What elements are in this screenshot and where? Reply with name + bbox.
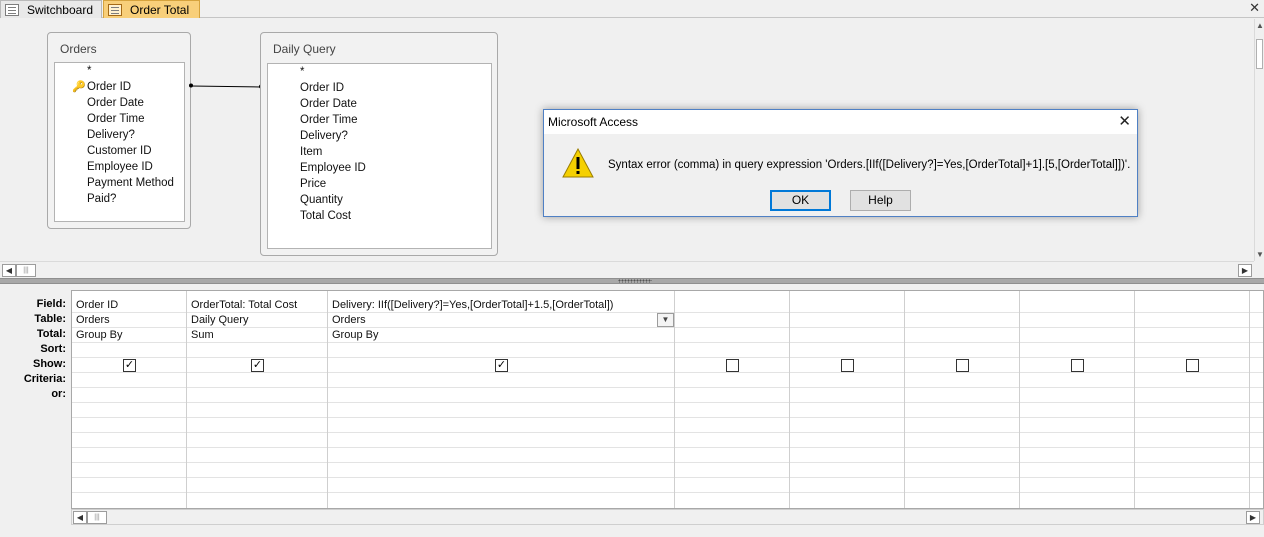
field-payment-method[interactable]: Payment Method — [87, 177, 174, 189]
table-orders[interactable]: Orders * 🔑 Order ID Order Date Order Tim… — [47, 32, 191, 229]
grid-column-5[interactable] — [790, 291, 905, 508]
show-checkbox[interactable]: ✓ — [123, 359, 136, 372]
field-cell[interactable]: Delivery: IIf([Delivery?]=Yes,[OrderTota… — [332, 299, 613, 311]
scroll-left-icon[interactable]: ◀ — [2, 264, 16, 277]
field-delivery[interactable]: Delivery? — [300, 130, 348, 142]
show-checkbox[interactable] — [726, 359, 739, 372]
error-dialog[interactable]: Microsoft Access ✕ Syntax error (comma) … — [543, 109, 1138, 217]
scroll-right-icon[interactable]: ▶ — [1238, 264, 1252, 277]
field-total-cost[interactable]: Total Cost — [300, 210, 351, 222]
dialog-title: Microsoft Access — [548, 115, 639, 129]
query-icon — [108, 3, 122, 16]
scroll-down-icon[interactable]: ▼ — [1256, 250, 1264, 259]
field-customer-id[interactable]: Customer ID — [87, 145, 152, 157]
field-item[interactable]: Item — [300, 146, 322, 158]
grid-column-3[interactable] — [328, 291, 675, 508]
help-button[interactable]: Help — [850, 190, 911, 211]
field-employee-id[interactable]: Employee ID — [87, 161, 153, 173]
scroll-up-icon[interactable]: ▲ — [1256, 21, 1264, 30]
table-cell[interactable]: Daily Query — [191, 314, 248, 326]
field-list[interactable]: * 🔑 Order ID Order Date Order Time Deliv… — [54, 62, 185, 222]
grid-horizontal-scrollbar[interactable]: ◀ ||| ▶ — [71, 509, 1264, 525]
table-title: Orders — [60, 42, 97, 56]
table-daily-query[interactable]: Daily Query * Order ID Order Date Order … — [260, 32, 498, 256]
row-label-show: Show: — [33, 358, 66, 370]
table-dropdown-chevron-icon[interactable]: ▼ — [657, 313, 674, 327]
join-line[interactable] — [190, 85, 262, 88]
field-order-date[interactable]: Order Date — [87, 97, 144, 109]
row-label-table: Table: — [34, 313, 66, 325]
ok-button[interactable]: OK — [770, 190, 831, 211]
total-cell[interactable]: Sum — [191, 329, 214, 341]
show-checkbox[interactable]: ✓ — [495, 359, 508, 372]
scroll-thumb[interactable]: ||| — [87, 511, 107, 524]
field-delivery[interactable]: Delivery? — [87, 129, 135, 141]
tab-label: Order Total — [130, 2, 190, 17]
row-label-sort: Sort: — [40, 343, 66, 355]
form-icon — [5, 3, 19, 16]
field-order-id[interactable]: Order ID — [300, 82, 344, 94]
field-cell[interactable]: OrderTotal: Total Cost — [191, 299, 297, 311]
tab-switchboard[interactable]: Switchboard — [0, 0, 102, 18]
close-icon[interactable]: ✕ — [1118, 112, 1131, 130]
scroll-thumb[interactable] — [1256, 39, 1263, 69]
table-title: Daily Query — [273, 42, 336, 56]
design-pane-vertical-scrollbar[interactable]: ▲ ▼ — [1254, 19, 1264, 261]
field-star[interactable]: * — [87, 65, 91, 77]
close-document-icon[interactable]: ✕ — [1249, 0, 1260, 16]
field-order-time[interactable]: Order Time — [87, 113, 145, 125]
grid-column-4[interactable] — [675, 291, 790, 508]
show-checkbox[interactable]: ✓ — [251, 359, 264, 372]
show-checkbox[interactable] — [1186, 359, 1199, 372]
field-employee-id[interactable]: Employee ID — [300, 162, 366, 174]
pane-splitter[interactable] — [0, 278, 1264, 284]
show-checkbox[interactable] — [1071, 359, 1084, 372]
table-cell[interactable]: Orders — [76, 314, 110, 326]
field-paid[interactable]: Paid? — [87, 193, 116, 205]
row-label-criteria: Criteria: — [23, 373, 66, 385]
table-cell[interactable]: Orders — [332, 314, 366, 326]
dialog-message: Syntax error (comma) in query expression… — [608, 159, 1131, 171]
field-quantity[interactable]: Quantity — [300, 194, 343, 206]
total-cell[interactable]: Group By — [76, 329, 122, 341]
show-checkbox[interactable] — [841, 359, 854, 372]
row-label-field: Field: — [36, 298, 66, 310]
scroll-right-icon[interactable]: ▶ — [1246, 511, 1260, 524]
tab-label: Switchboard — [26, 2, 93, 17]
field-cell[interactable]: Order ID — [76, 299, 118, 311]
scroll-thumb[interactable]: ||| — [16, 264, 36, 277]
document-tab-strip: Switchboard Order Total ✕ — [0, 0, 1264, 18]
grid-column-6[interactable] — [905, 291, 1020, 508]
field-list[interactable]: * Order ID Order Date Order Time Deliver… — [267, 63, 492, 249]
show-checkbox[interactable] — [956, 359, 969, 372]
grid-column-8[interactable] — [1135, 291, 1250, 508]
tab-order-total[interactable]: Order Total — [103, 0, 200, 18]
dialog-titlebar[interactable]: Microsoft Access ✕ — [544, 110, 1137, 134]
field-star[interactable]: * — [300, 66, 304, 78]
field-order-time[interactable]: Order Time — [300, 114, 358, 126]
field-order-date[interactable]: Order Date — [300, 98, 357, 110]
splitter-grip-icon[interactable] — [618, 279, 652, 283]
field-order-id[interactable]: Order ID — [87, 81, 131, 93]
design-pane-horizontal-scrollbar[interactable]: ◀ ||| ▶ — [0, 261, 1254, 278]
row-label-total: Total: — [36, 328, 66, 340]
total-cell[interactable]: Group By — [332, 329, 378, 341]
field-price[interactable]: Price — [300, 178, 326, 190]
row-label-or: or: — [51, 388, 66, 400]
scroll-left-icon[interactable]: ◀ — [73, 511, 87, 524]
grid-column-7[interactable] — [1020, 291, 1135, 508]
query-design-grid[interactable]: Order ID Orders Group By ✓ OrderTotal: T… — [71, 290, 1264, 509]
warning-icon — [562, 148, 594, 178]
primary-key-icon: 🔑 — [72, 81, 86, 93]
